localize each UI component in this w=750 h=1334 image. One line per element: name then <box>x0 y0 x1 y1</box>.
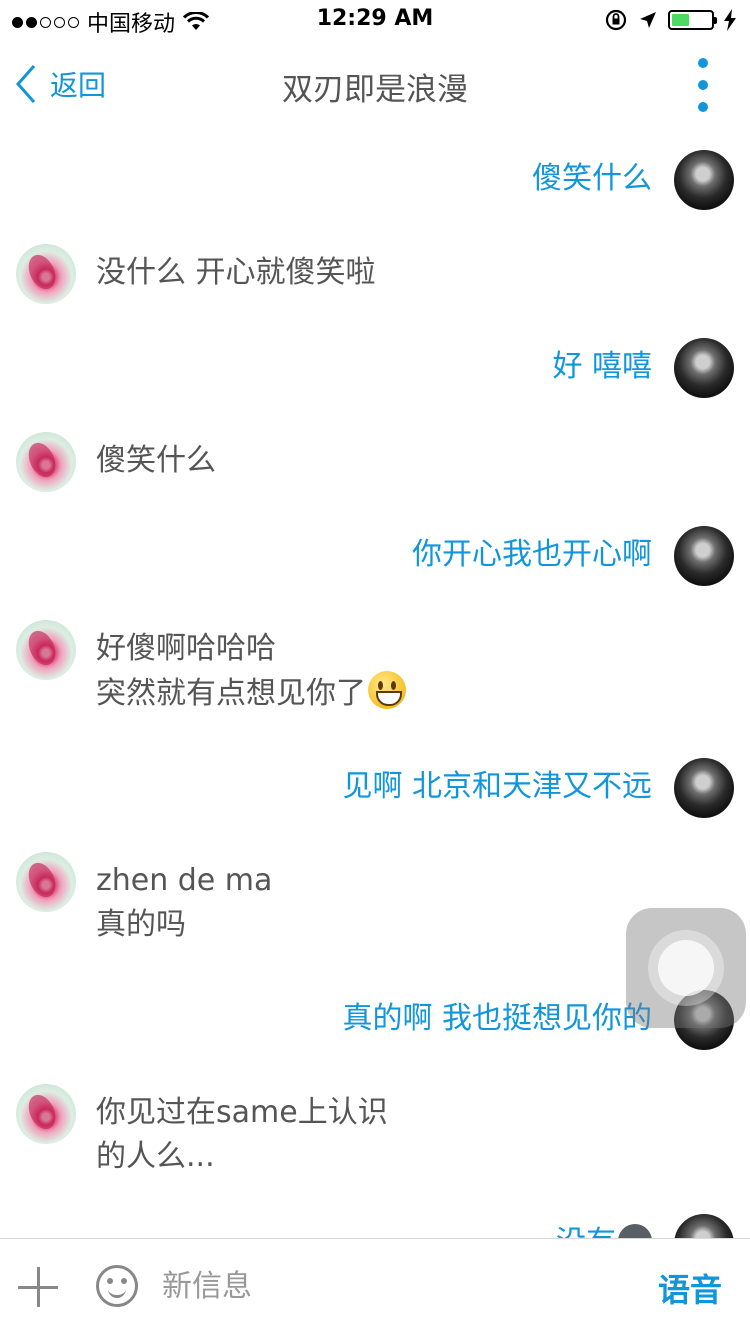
message-text-content: 好 嘻嘻 <box>552 349 652 384</box>
message-text: 没什么 开心就傻笑啦 <box>96 251 376 295</box>
contact-avatar[interactable] <box>16 244 76 304</box>
assistive-touch-ring <box>648 930 724 1006</box>
status-right <box>604 8 736 32</box>
battery-icon <box>668 10 717 30</box>
message-text-content: 没什么 开心就傻笑啦 <box>96 255 376 290</box>
message-incoming: 好傻啊哈哈哈 突然就有点想见你了 <box>0 620 750 740</box>
orientation-lock-icon <box>605 9 627 31</box>
more-dot-icon <box>698 102 708 112</box>
message-text: 你见过在same上认识 的人么... <box>96 1091 388 1179</box>
battery-level <box>672 14 690 26</box>
message-text: 好 嘻嘻 <box>552 345 652 389</box>
message-text: 傻笑什么 <box>532 157 652 201</box>
plus-icon[interactable] <box>18 1267 58 1307</box>
contact-avatar[interactable] <box>16 620 76 680</box>
message-input[interactable] <box>162 1261 582 1311</box>
message-text: 见啊 北京和天津又不远 <box>342 765 652 809</box>
grinning-face-emoji <box>368 671 406 709</box>
assistive-touch-core <box>658 940 714 996</box>
contact-avatar[interactable] <box>16 432 76 492</box>
message-text-content: 好傻啊哈哈哈 突然就有点想见你了 <box>96 631 366 711</box>
message-text-content: 你见过在same上认识 的人么... <box>96 1095 388 1174</box>
message-text-content: 傻笑什么 <box>96 443 216 478</box>
message-text: 没有 <box>556 1221 652 1238</box>
assistive-touch-button[interactable] <box>626 908 746 1028</box>
chat-title: 双刃即是浪漫 <box>282 72 468 108</box>
dark-face-emoji <box>618 1224 652 1238</box>
location-arrow-icon <box>640 12 656 28</box>
more-dot-icon <box>698 80 708 90</box>
message-text-content: 没有 <box>556 1225 616 1238</box>
status-bar: 中国移动 12:29 AM <box>0 0 750 40</box>
message-text-content: zhen de ma 真的吗 <box>96 863 273 942</box>
more-options-button[interactable] <box>696 58 710 112</box>
message-text-content: 真的啊 我也挺想见你的 <box>342 1001 652 1036</box>
nav-bar: 返回 双刃即是浪漫 <box>0 40 750 130</box>
my-avatar[interactable] <box>674 1214 734 1238</box>
message-text: 你开心我也开心啊 <box>412 533 652 577</box>
message-outgoing: 没有 <box>0 1214 750 1238</box>
message-incoming: 你见过在same上认识 的人么... <box>0 1084 750 1204</box>
message-list[interactable]: 傻笑什么 没什么 开心就傻笑啦好 嘻嘻 傻笑什么 你开心我也开心啊 好傻啊哈哈哈 突然就… <box>0 130 750 1238</box>
more-dot-icon <box>698 58 708 68</box>
message-text-content: 见啊 北京和天津又不远 <box>342 769 652 804</box>
input-bar: 语音 <box>0 1238 750 1334</box>
message-text: 傻笑什么 <box>96 439 216 483</box>
voice-button[interactable]: 语音 <box>658 1265 722 1311</box>
message-text: 真的啊 我也挺想见你的 <box>342 997 652 1041</box>
emoji-picker-icon[interactable] <box>96 1265 138 1307</box>
contact-avatar[interactable] <box>16 852 76 912</box>
my-avatar[interactable] <box>674 758 734 818</box>
message-text-content: 你开心我也开心啊 <box>412 537 652 572</box>
contact-avatar[interactable] <box>16 1084 76 1144</box>
my-avatar[interactable] <box>674 150 734 210</box>
my-avatar[interactable] <box>674 526 734 586</box>
my-avatar[interactable] <box>674 338 734 398</box>
message-text-content: 傻笑什么 <box>532 161 652 196</box>
charging-bolt-icon <box>724 9 736 31</box>
message-text: 好傻啊哈哈哈 突然就有点想见你了 <box>96 627 406 716</box>
message-text: zhen de ma 真的吗 <box>96 859 272 947</box>
